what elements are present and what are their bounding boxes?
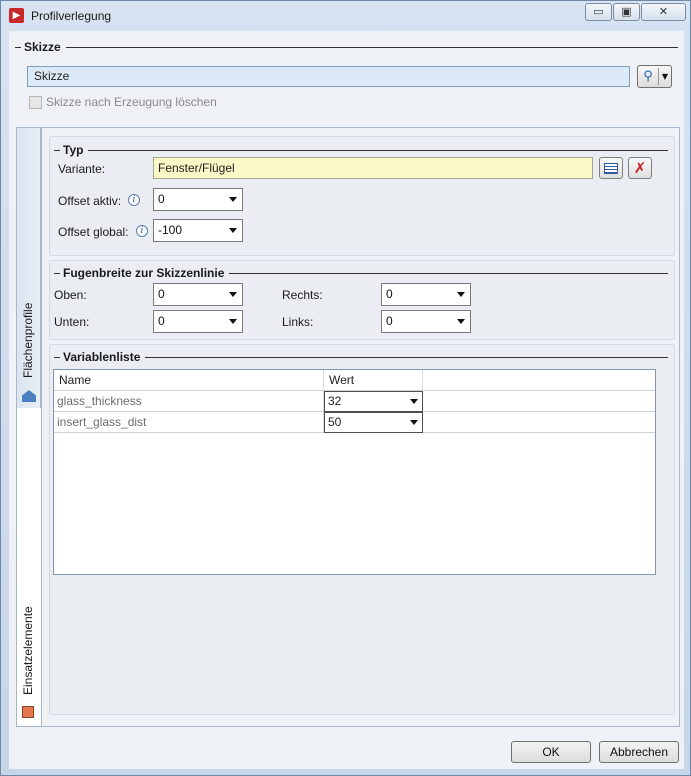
sketch-field[interactable]: Skizze xyxy=(27,66,630,87)
offset-global-value: -100 xyxy=(158,223,183,237)
sketch-pick-icon: ⚲ xyxy=(643,69,653,84)
column-header-name[interactable]: Name xyxy=(54,370,324,391)
fugenbreite-header: Fugenbreite zur Skizzenlinie xyxy=(54,266,668,280)
chevron-down-icon xyxy=(229,319,237,324)
table-row[interactable]: insert_glass_dist 50 xyxy=(54,412,655,433)
offset-global-label: Offset global: xyxy=(58,225,129,239)
header-dash xyxy=(15,46,21,48)
offset-aktiv-select[interactable]: 0 xyxy=(153,188,243,211)
house-icon xyxy=(22,390,36,402)
chevron-down-icon xyxy=(229,292,237,297)
variante-label: Variante: xyxy=(58,162,106,176)
variant-delete-button[interactable]: ✗ xyxy=(628,157,652,179)
profilverlegung-dialog: ▶ Profilverlegung ▭ ▣ ✕ Skizze Skizze ⚲ … xyxy=(0,0,691,776)
links-label: Links: xyxy=(282,315,314,329)
table-header: Name Wert xyxy=(54,370,655,391)
header-rule xyxy=(88,149,668,151)
chevron-down-icon xyxy=(410,420,418,425)
fugenbreite-panel: Fugenbreite zur Skizzenlinie Oben: 0 Rec… xyxy=(49,260,675,340)
header-rule xyxy=(145,356,668,358)
variant-list-button[interactable] xyxy=(599,157,623,179)
variablenliste-panel: Variablenliste Name Wert glass_thickness… xyxy=(49,344,675,715)
square-icon xyxy=(22,706,34,718)
delete-sketch-checkbox xyxy=(29,95,42,109)
window-title: Profilverlegung xyxy=(31,9,112,23)
sketch-pick-button[interactable]: ⚲ ▼ xyxy=(637,65,672,88)
tab-container: Flächenprofile Einsatzelemente Typ Varia… xyxy=(16,127,680,727)
chevron-down-icon xyxy=(229,197,237,202)
oben-label: Oben: xyxy=(54,288,87,302)
links-value: 0 xyxy=(386,314,393,328)
dialog-client-area: Skizze Skizze ⚲ ▼ Skizze nach Erzeugung … xyxy=(9,31,684,769)
chevron-down-icon xyxy=(229,228,237,233)
chevron-down-icon[interactable]: ▼ xyxy=(659,72,671,81)
app-logo-icon: ▶ xyxy=(9,8,24,23)
row-value-select[interactable]: 32 xyxy=(324,391,423,412)
chevron-down-icon xyxy=(457,319,465,324)
header-dash xyxy=(54,356,60,358)
cancel-button[interactable]: Abbrechen xyxy=(599,741,679,763)
maximize-button[interactable]: ▣ xyxy=(613,3,640,21)
table-row[interactable]: glass_thickness 32 xyxy=(54,391,655,412)
tab-flaechenprofile[interactable]: Flächenprofile xyxy=(17,128,41,408)
typ-panel: Typ Variante: Fenster/Flügel ✗ Offset ak… xyxy=(49,136,675,256)
close-button[interactable]: ✕ xyxy=(641,3,686,21)
row-name-cell: glass_thickness xyxy=(54,391,324,412)
row-value-select[interactable]: 50 xyxy=(324,412,423,433)
header-rule xyxy=(65,46,678,48)
offset-aktiv-label: Offset aktiv: xyxy=(58,194,122,208)
column-header-wert[interactable]: Wert xyxy=(324,370,423,391)
tab-content: Typ Variante: Fenster/Flügel ✗ Offset ak… xyxy=(41,128,679,726)
tab-flaechenprofile-label: Flächenprofile xyxy=(21,302,35,378)
oben-value: 0 xyxy=(158,287,165,301)
tab-einsatzelemente[interactable]: Einsatzelemente xyxy=(17,408,41,726)
links-select[interactable]: 0 xyxy=(381,310,471,333)
header-dash xyxy=(54,272,60,274)
skizze-group-header: Skizze xyxy=(15,40,678,54)
rechts-value: 0 xyxy=(386,287,393,301)
oben-select[interactable]: 0 xyxy=(153,283,243,306)
minimize-button[interactable]: ▭ xyxy=(585,3,612,21)
delete-sketch-option: Skizze nach Erzeugung löschen xyxy=(29,95,217,109)
info-icon[interactable]: i xyxy=(136,225,148,237)
offset-global-select[interactable]: -100 xyxy=(153,219,243,242)
typ-header: Typ xyxy=(54,143,668,157)
fugenbreite-header-label: Fugenbreite zur Skizzenlinie xyxy=(63,266,225,280)
list-icon xyxy=(604,162,618,174)
window-controls: ▭ ▣ ✕ xyxy=(584,3,686,21)
variante-field[interactable]: Fenster/Flügel xyxy=(153,157,593,179)
chevron-down-icon xyxy=(410,399,418,404)
skizze-header-label: Skizze xyxy=(24,40,61,54)
delete-icon: ✗ xyxy=(633,158,647,177)
header-rule xyxy=(229,272,668,274)
vertical-tab-strip: Flächenprofile Einsatzelemente xyxy=(17,128,41,726)
tab-einsatzelemente-label: Einsatzelemente xyxy=(21,606,35,695)
header-dash xyxy=(54,149,60,151)
info-icon[interactable]: i xyxy=(128,194,140,206)
unten-select[interactable]: 0 xyxy=(153,310,243,333)
row-name-cell: insert_glass_dist xyxy=(54,412,324,433)
variables-table: Name Wert glass_thickness 32 insert_glas… xyxy=(53,369,656,575)
rechts-select[interactable]: 0 xyxy=(381,283,471,306)
title-bar[interactable]: ▶ Profilverlegung ▭ ▣ ✕ xyxy=(1,1,690,31)
delete-sketch-label: Skizze nach Erzeugung löschen xyxy=(46,95,217,109)
variablenliste-header-label: Variablenliste xyxy=(63,350,141,364)
rechts-label: Rechts: xyxy=(282,288,323,302)
ok-button[interactable]: OK xyxy=(511,741,591,763)
typ-header-label: Typ xyxy=(63,143,84,157)
row-value: 50 xyxy=(328,415,342,429)
chevron-down-icon xyxy=(457,292,465,297)
variablenliste-header: Variablenliste xyxy=(54,350,668,364)
unten-value: 0 xyxy=(158,314,165,328)
row-value: 32 xyxy=(328,394,342,408)
unten-label: Unten: xyxy=(54,315,90,329)
offset-aktiv-value: 0 xyxy=(158,192,165,206)
